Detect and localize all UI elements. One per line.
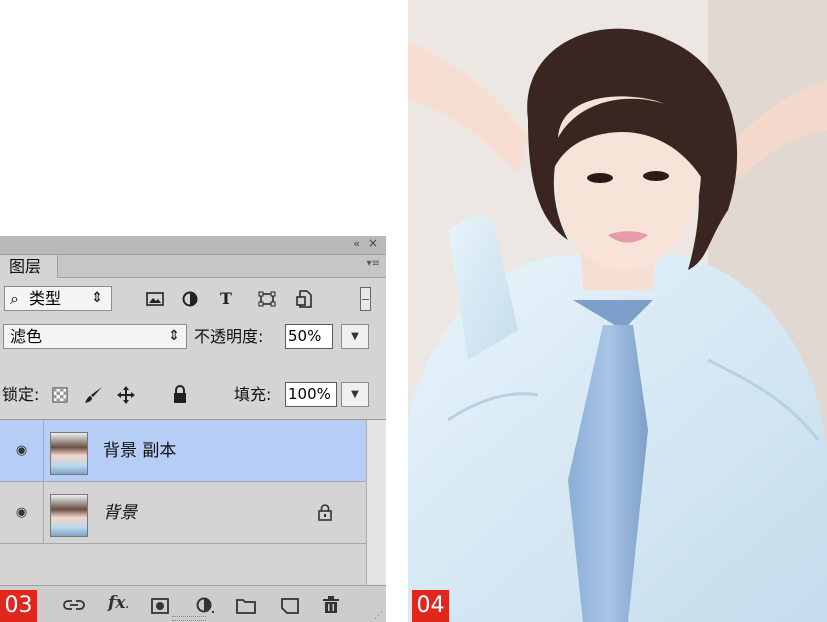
layer-row-background[interactable]: ◉ 背景 xyxy=(0,482,366,544)
opacity-label: 不透明度: xyxy=(194,327,264,346)
select-arrows-icon: ⇕ xyxy=(91,290,103,306)
layer-name: 背景 xyxy=(103,503,137,523)
adjustment-layer-icon[interactable] xyxy=(196,597,216,615)
lock-fill-row: 锁定: 填充: 100% ▼ xyxy=(0,376,386,412)
fill-label: 填充: xyxy=(234,385,272,404)
lock-all-icon[interactable] xyxy=(172,385,188,404)
lock-label: 锁定: xyxy=(2,385,40,404)
filter-toggle-switch[interactable] xyxy=(360,287,371,311)
layer-list: ◉ 背景 副本 ◉ 背景 xyxy=(0,419,386,585)
opacity-dropdown-button[interactable]: ▼ xyxy=(341,324,369,349)
type-filter-icon[interactable]: T xyxy=(220,290,232,308)
layer-thumbnail xyxy=(50,494,88,537)
result-photo xyxy=(408,0,827,622)
lock-image-pixels-brush-icon[interactable] xyxy=(84,385,104,405)
lock-position-move-icon[interactable] xyxy=(116,385,136,405)
fill-dropdown-button[interactable]: ▼ xyxy=(341,382,369,407)
layers-panel: « × 图层 ▾≡ ⌕ 类型 ⇕ T 滤色 ⇕ 不透明度: 50% ▼ 锁定: … xyxy=(0,236,386,622)
fill-input[interactable]: 100% xyxy=(285,382,337,407)
layer-thumbnail xyxy=(50,432,88,475)
layer-name: 背景 副本 xyxy=(103,441,177,461)
tab-layers[interactable]: 图层 xyxy=(0,255,58,278)
panel-footer-toolbar: fx. ⋰ xyxy=(0,585,386,622)
collapse-panel-icon[interactable]: « xyxy=(353,237,360,250)
blend-mode-value: 滤色 xyxy=(10,327,43,346)
step-badge-03: 03 xyxy=(0,590,37,622)
trash-icon[interactable] xyxy=(322,596,340,614)
link-icon[interactable] xyxy=(63,599,85,611)
layer-list-scrollbar[interactable] xyxy=(366,420,386,585)
image-filter-icon[interactable] xyxy=(146,291,164,307)
layer-filter-row: ⌕ 类型 ⇕ T xyxy=(0,280,386,316)
adjustment-filter-icon[interactable] xyxy=(182,291,198,307)
fx-icon[interactable]: fx. xyxy=(108,592,129,617)
resize-corner-icon[interactable]: ⋰ xyxy=(374,611,383,621)
layer-lock-icon xyxy=(318,504,332,521)
lock-transparent-pixels-icon[interactable] xyxy=(52,387,68,403)
close-panel-icon[interactable]: × xyxy=(368,236,378,250)
filter-kind-label: 类型 xyxy=(29,289,62,308)
panel-titlebar: « × xyxy=(0,236,386,255)
filter-kind-select[interactable]: ⌕ 类型 ⇕ xyxy=(4,286,112,311)
layer-row-background-copy[interactable]: ◉ 背景 副本 xyxy=(0,420,366,482)
shape-filter-icon[interactable] xyxy=(258,291,276,307)
step-badge-04: 04 xyxy=(412,590,449,622)
select-arrows-icon: ⇕ xyxy=(168,328,180,344)
panel-tab-row: 图层 ▾≡ xyxy=(0,255,386,278)
blend-mode-select[interactable]: 滤色 ⇕ xyxy=(3,324,187,349)
visibility-eye-icon[interactable]: ◉ xyxy=(0,420,44,482)
smart-object-filter-icon[interactable] xyxy=(296,290,312,308)
panel-resize-grip[interactable] xyxy=(172,616,206,621)
blend-opacity-row: 滤色 ⇕ 不透明度: 50% ▼ xyxy=(0,317,386,353)
mask-icon[interactable] xyxy=(151,598,169,614)
visibility-eye-icon[interactable]: ◉ xyxy=(0,482,44,544)
opacity-input[interactable]: 50% xyxy=(285,324,333,349)
portrait-illustration xyxy=(408,0,827,622)
new-layer-icon[interactable] xyxy=(281,598,299,614)
search-icon: ⌕ xyxy=(10,289,19,308)
folder-icon[interactable] xyxy=(236,598,256,614)
panel-menu-icon[interactable]: ▾≡ xyxy=(367,258,380,269)
